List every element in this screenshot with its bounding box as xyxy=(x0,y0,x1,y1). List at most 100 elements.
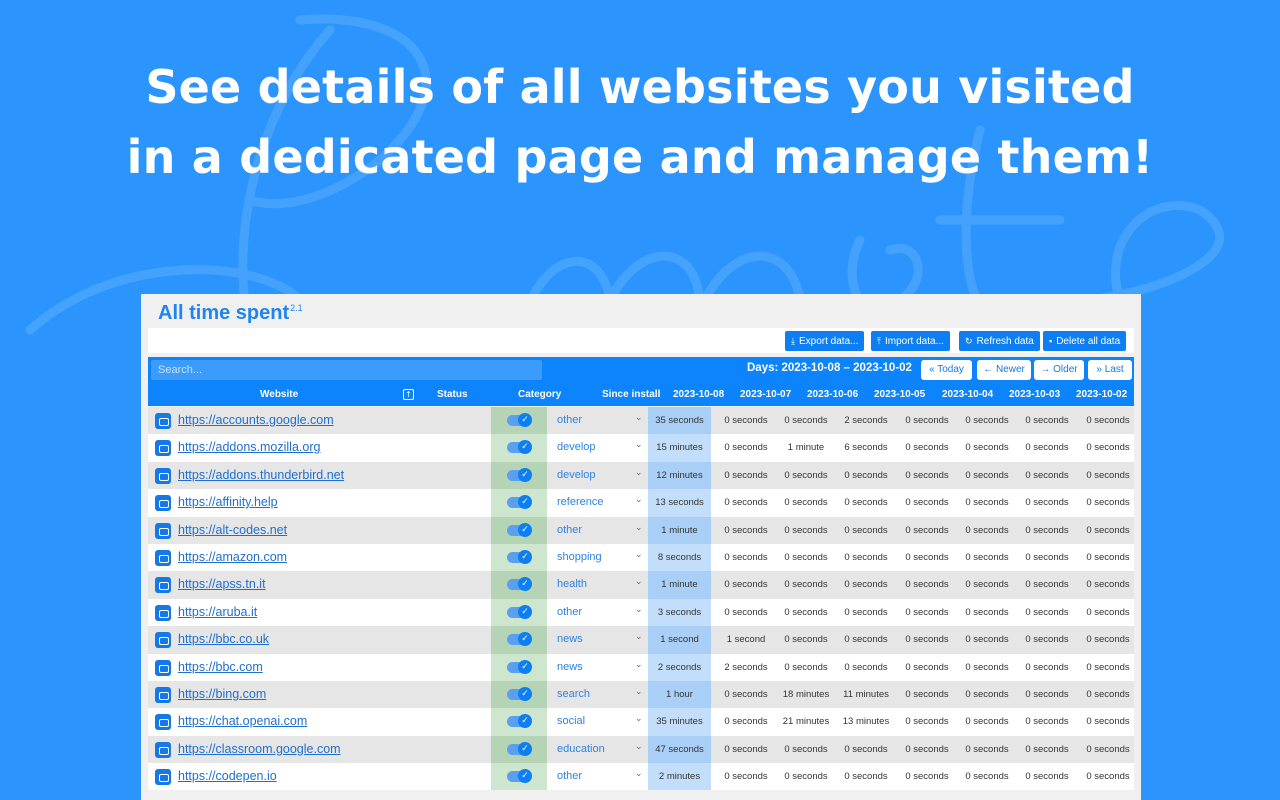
status-toggle[interactable]: ✓ xyxy=(507,632,532,647)
chevron-down-icon[interactable]: ⌄ xyxy=(635,440,643,450)
website-link[interactable]: https://apss.tn.it xyxy=(178,577,266,591)
website-link[interactable]: https://bing.com xyxy=(178,687,266,701)
status-toggle[interactable]: ✓ xyxy=(507,659,532,674)
category-select[interactable]: develop xyxy=(557,441,596,453)
export-data-button[interactable]: ⤓ Export data... xyxy=(785,331,865,351)
day-time-value: 0 seconds xyxy=(724,579,768,591)
category-select[interactable]: news xyxy=(557,661,583,673)
day-time-value: 0 seconds xyxy=(905,415,949,426)
since-install-value: 1 second xyxy=(660,634,699,646)
day-time-value: 0 seconds xyxy=(905,743,949,755)
category-select[interactable]: other xyxy=(557,524,582,536)
status-toggle[interactable]: ✓ xyxy=(507,440,532,455)
since-install-value: 2 minutes xyxy=(658,771,701,783)
status-toggle[interactable]: ✓ xyxy=(507,467,532,482)
website-link[interactable]: https://alt-codes.net xyxy=(178,523,287,537)
status-toggle[interactable]: ✓ xyxy=(507,741,532,756)
status-toggle[interactable]: ✓ xyxy=(507,769,532,784)
chevron-down-icon[interactable]: ⌄ xyxy=(635,413,643,423)
category-select[interactable]: other xyxy=(557,770,582,782)
website-link[interactable]: https://affinity.help xyxy=(178,495,278,509)
website-link[interactable]: https://codepen.io xyxy=(178,769,277,783)
refresh-data-button[interactable]: ↻ Refresh data xyxy=(959,331,1040,351)
day-time-value: 0 seconds xyxy=(1086,688,1130,700)
column-header-day[interactable]: 2023-10-05 xyxy=(874,389,925,400)
older-button[interactable]: → Older xyxy=(1034,360,1084,380)
status-toggle[interactable]: ✓ xyxy=(507,604,532,619)
chevron-down-icon[interactable]: ⌄ xyxy=(635,605,643,615)
status-toggle[interactable]: ✓ xyxy=(507,522,532,537)
chevron-down-icon[interactable]: ⌄ xyxy=(635,577,643,587)
day-time-value: 0 seconds xyxy=(965,661,1009,673)
category-select[interactable]: develop xyxy=(557,469,596,481)
table-row: https://addons.thunderbird.net ✓ develop ⌄ 1… xyxy=(148,461,1134,490)
chevron-down-icon[interactable]: ⌄ xyxy=(635,495,643,505)
column-header-website[interactable]: Website xyxy=(260,389,298,400)
chevron-down-icon[interactable]: ⌄ xyxy=(635,550,643,560)
chevron-down-icon[interactable]: ⌄ xyxy=(635,632,643,642)
today-button[interactable]: « Today xyxy=(921,360,972,380)
delete-all-data-button[interactable]: ▪ Delete all data xyxy=(1043,331,1127,351)
website-link[interactable]: https://aruba.it xyxy=(178,605,257,619)
day-time-value: 0 seconds xyxy=(1086,415,1130,426)
chevron-down-icon[interactable]: ⌄ xyxy=(635,523,643,533)
chevron-down-icon[interactable]: ⌄ xyxy=(635,769,643,779)
category-select[interactable]: reference xyxy=(557,496,603,508)
website-link[interactable]: https://addons.mozilla.org xyxy=(178,440,320,454)
import-data-button[interactable]: ⤒ Import data... xyxy=(871,331,950,351)
day-time-value: 0 seconds xyxy=(965,606,1009,618)
column-header-day[interactable]: 2023-10-08 xyxy=(673,389,724,400)
website-link[interactable]: https://accounts.google.com xyxy=(178,413,334,427)
day-time-value: 0 seconds xyxy=(784,771,828,783)
search-input[interactable]: Search... xyxy=(151,360,542,380)
chevron-down-icon[interactable]: ⌄ xyxy=(635,660,643,670)
category-select[interactable]: social xyxy=(557,715,585,727)
day-time-value: 0 seconds xyxy=(724,743,768,755)
status-toggle[interactable]: ✓ xyxy=(507,686,532,701)
sort-icon[interactable]: ↑ xyxy=(403,389,414,400)
favicon-icon xyxy=(155,495,171,512)
refresh-icon: ↻ xyxy=(965,336,973,346)
status-toggle[interactable]: ✓ xyxy=(507,714,532,729)
day-time-value: 0 seconds xyxy=(724,524,768,536)
column-header-day[interactable]: 2023-10-07 xyxy=(740,389,791,400)
day-time-value: 0 seconds xyxy=(905,442,949,454)
check-icon: ✓ xyxy=(518,467,532,482)
column-header-day[interactable]: 2023-10-03 xyxy=(1009,389,1060,400)
column-header-category[interactable]: Category xyxy=(518,389,561,400)
chevron-down-icon[interactable]: ⌄ xyxy=(635,468,643,478)
status-toggle[interactable]: ✓ xyxy=(507,413,532,427)
status-toggle[interactable]: ✓ xyxy=(507,549,532,564)
category-select[interactable]: other xyxy=(557,414,582,426)
website-link[interactable]: https://bbc.co.uk xyxy=(178,632,269,646)
category-select[interactable]: shopping xyxy=(557,551,602,563)
newer-button[interactable]: ← Newer xyxy=(977,360,1031,380)
category-select[interactable]: search xyxy=(557,688,590,700)
day-time-value: 0 seconds xyxy=(1025,415,1069,426)
last-button[interactable]: » Last xyxy=(1088,360,1132,380)
column-header-since-install[interactable]: Since install xyxy=(602,389,660,400)
chevron-down-icon[interactable]: ⌄ xyxy=(635,687,643,697)
day-time-value: 0 seconds xyxy=(1086,606,1130,618)
since-install-value: 1 minute xyxy=(661,524,698,536)
category-select[interactable]: news xyxy=(557,633,583,645)
status-toggle[interactable]: ✓ xyxy=(507,577,532,592)
column-header-day[interactable]: 2023-10-02 xyxy=(1076,389,1127,400)
website-link[interactable]: https://addons.thunderbird.net xyxy=(178,468,344,482)
website-link[interactable]: https://amazon.com xyxy=(178,550,287,564)
category-select[interactable]: health xyxy=(557,578,587,590)
chevron-down-icon[interactable]: ⌄ xyxy=(635,714,643,724)
website-link[interactable]: https://chat.openai.com xyxy=(178,714,307,728)
column-header-status[interactable]: Status xyxy=(437,389,468,400)
column-header-day[interactable]: 2023-10-06 xyxy=(807,389,858,400)
status-toggle[interactable]: ✓ xyxy=(507,495,532,510)
column-header-day[interactable]: 2023-10-04 xyxy=(942,389,993,400)
category-select[interactable]: education xyxy=(557,743,605,755)
check-icon: ✓ xyxy=(518,741,532,756)
website-link[interactable]: https://bbc.com xyxy=(178,660,263,674)
category-select[interactable]: other xyxy=(557,606,582,618)
chevron-down-icon[interactable]: ⌄ xyxy=(635,742,643,752)
day-time-value: 0 seconds xyxy=(905,606,949,618)
table-row: https://aruba.it ✓ other ⌄ 3 seconds 0 second… xyxy=(148,598,1134,627)
website-link[interactable]: https://classroom.google.com xyxy=(178,742,341,756)
